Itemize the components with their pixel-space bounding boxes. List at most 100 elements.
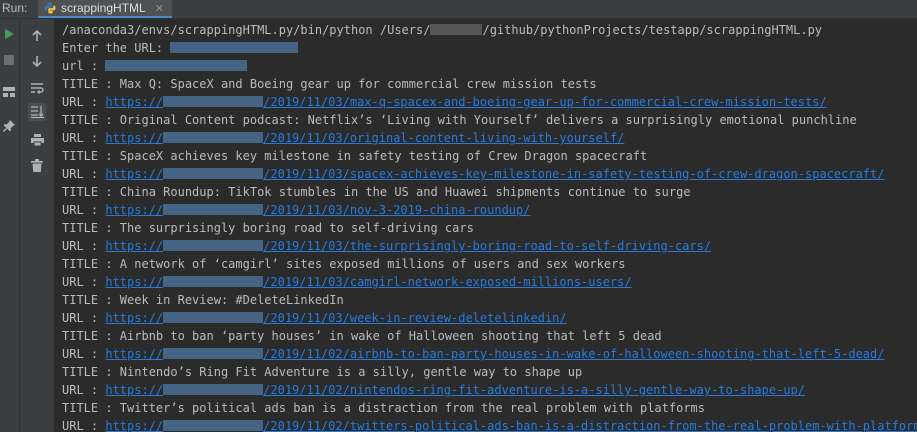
url-line: URL : https:///2019/11/02/nintendos-ring… bbox=[62, 381, 805, 399]
url-line: URL : https:///2019/11/02/airbnb-to-ban-… bbox=[62, 345, 884, 363]
redacted-domain bbox=[163, 420, 264, 431]
run-tool-window-header: Run: scrappingHTML ✕ bbox=[0, 0, 917, 19]
title-label: TITLE : bbox=[62, 401, 120, 415]
url-line: URL : https:///2019/11/03/camgirl-networ… bbox=[62, 273, 632, 291]
article-link[interactable]: https:///2019/11/03/camgirl-network-expo… bbox=[105, 275, 631, 289]
article-title: China Roundup: TikTok stumbles in the US… bbox=[119, 185, 691, 199]
title-line: TITLE : Max Q: SpaceX and Boeing gear up… bbox=[62, 75, 597, 93]
article-link[interactable]: https:///2019/11/03/the-surprisingly-bor… bbox=[105, 239, 711, 253]
article-path: /2019/11/03/week-in-review-deletelinkedi… bbox=[263, 311, 567, 325]
title-label: TITLE : bbox=[62, 329, 120, 343]
title-line: TITLE : A network of ‘camgirl’ sites exp… bbox=[62, 255, 626, 273]
article-link[interactable]: https:///2019/11/03/original-content-liv… bbox=[105, 131, 624, 145]
article-link[interactable]: https:///2019/11/02/nintendos-ring-fit-a… bbox=[105, 383, 805, 397]
redacted-domain bbox=[163, 96, 264, 107]
article-title: SpaceX achieves key milestone in safety … bbox=[119, 149, 648, 163]
title-line: TITLE : SpaceX achieves key milestone in… bbox=[62, 147, 647, 165]
title-label: TITLE : bbox=[62, 185, 120, 199]
redacted-domain bbox=[163, 132, 264, 143]
url-label: URL : bbox=[62, 239, 106, 253]
close-icon[interactable]: ✕ bbox=[155, 2, 164, 15]
redacted-domain bbox=[163, 348, 264, 359]
article-path: /2019/11/03/the-surprisingly-boring-road… bbox=[263, 239, 712, 253]
tab-scrappinghtml[interactable]: scrappingHTML ✕ bbox=[38, 0, 172, 18]
scroll-up-icon[interactable] bbox=[28, 27, 46, 45]
scroll-down-icon[interactable] bbox=[28, 52, 46, 70]
article-path: /2019/11/02/airbnb-to-ban-party-houses-i… bbox=[263, 347, 885, 361]
url-label: URL : bbox=[62, 167, 106, 181]
url-label: URL : bbox=[62, 419, 106, 432]
redacted-url-value bbox=[105, 60, 248, 71]
article-title: Max Q: SpaceX and Boeing gear up for com… bbox=[119, 77, 597, 91]
console-output[interactable]: /anaconda3/envs/scrappingHTML.py/bin/pyt… bbox=[55, 19, 917, 432]
article-link[interactable]: https:///2019/11/03/max-q-spacex-and-boe… bbox=[105, 95, 826, 109]
article-title: Airbnb to ban ‘party houses’ in wake of … bbox=[119, 329, 662, 343]
title-line: TITLE : Original Content podcast: Netfli… bbox=[62, 111, 857, 129]
title-label: TITLE : bbox=[62, 365, 120, 379]
print-icon[interactable] bbox=[28, 131, 46, 149]
title-label: TITLE : bbox=[62, 221, 120, 235]
url-label: URL : bbox=[62, 131, 106, 145]
scroll-to-end-icon[interactable] bbox=[28, 103, 46, 121]
url-label: URL : bbox=[62, 203, 106, 217]
article-path: /2019/11/03/original-content-living-with… bbox=[263, 131, 625, 145]
title-line: TITLE : Week in Review: #DeleteLinkedIn bbox=[62, 291, 344, 309]
run-icon[interactable] bbox=[0, 25, 18, 43]
run-toolbar-primary bbox=[0, 19, 20, 432]
url-label: URL : bbox=[62, 383, 106, 397]
title-label: TITLE : bbox=[62, 113, 120, 127]
title-label: TITLE : bbox=[62, 257, 120, 271]
article-title: A network of ‘camgirl’ sites exposed mil… bbox=[119, 257, 626, 271]
url-label: URL : bbox=[62, 95, 106, 109]
redacted-domain bbox=[163, 240, 264, 251]
url-line: URL : https:///2019/11/03/week-in-review… bbox=[62, 309, 567, 327]
redacted-domain bbox=[163, 312, 264, 323]
article-path: /2019/11/02/twitters-political-ads-ban-i… bbox=[263, 419, 917, 432]
redacted-username bbox=[430, 24, 483, 35]
url-line: URL : https:///2019/11/02/twitters-polit… bbox=[62, 417, 917, 432]
enter-url-prompt: Enter the URL: bbox=[62, 39, 299, 57]
soft-wrap-icon[interactable] bbox=[28, 79, 46, 97]
article-title: The surprisingly boring road to self-dri… bbox=[119, 221, 474, 235]
title-label: TITLE : bbox=[62, 293, 120, 307]
article-link[interactable]: https:///2019/11/02/twitters-political-a… bbox=[105, 419, 917, 432]
title-label: TITLE : bbox=[62, 77, 120, 91]
article-title: Week in Review: #DeleteLinkedIn bbox=[119, 293, 344, 307]
article-title: Original Content podcast: Netflix’s ‘Liv… bbox=[119, 113, 857, 127]
article-path: /2019/11/03/nov-3-2019-china-roundup/ bbox=[263, 203, 531, 217]
url-label: URL : bbox=[62, 347, 106, 361]
title-line: TITLE : Twitter’s political ads ban is a… bbox=[62, 399, 705, 417]
article-link[interactable]: https:///2019/11/03/spacex-achieves-key-… bbox=[105, 167, 884, 181]
article-path: /2019/11/03/spacex-achieves-key-mileston… bbox=[263, 167, 885, 181]
redacted-domain bbox=[163, 276, 264, 287]
title-line: TITLE : The surprisingly boring road to … bbox=[62, 219, 474, 237]
tab-label: scrappingHTML bbox=[61, 1, 146, 15]
redacted-domain bbox=[163, 384, 264, 395]
url-line: URL : https:///2019/11/03/spacex-achieve… bbox=[62, 165, 884, 183]
title-line: TITLE : China Roundup: TikTok stumbles i… bbox=[62, 183, 691, 201]
article-link[interactable]: https:///2019/11/03/nov-3-2019-china-rou… bbox=[105, 203, 530, 217]
article-title: Nintendo’s Ring Fit Adventure is a silly… bbox=[119, 365, 583, 379]
url-line: URL : https:///2019/11/03/original-conte… bbox=[62, 129, 624, 147]
article-path: /2019/11/03/max-q-spacex-and-boeing-gear… bbox=[263, 95, 827, 109]
pin-icon[interactable] bbox=[0, 117, 18, 135]
command-line: /anaconda3/envs/scrappingHTML.py/bin/pyt… bbox=[62, 23, 823, 37]
title-line: TITLE : Airbnb to ban ‘party houses’ in … bbox=[62, 327, 662, 345]
layout-icon[interactable] bbox=[0, 83, 18, 101]
url-line: URL : https:///2019/11/03/nov-3-2019-chi… bbox=[62, 201, 530, 219]
python-icon bbox=[44, 2, 56, 14]
redacted-domain bbox=[163, 204, 264, 215]
article-title: Twitter’s political ads ban is a distrac… bbox=[119, 401, 705, 415]
url-line: URL : https:///2019/11/03/max-q-spacex-a… bbox=[62, 93, 827, 111]
url-label: URL : bbox=[62, 311, 106, 325]
title-label: TITLE : bbox=[62, 149, 120, 163]
trash-icon[interactable] bbox=[28, 156, 46, 174]
run-toolbar-secondary bbox=[20, 19, 55, 432]
url-line: URL : https:///2019/11/03/the-surprising… bbox=[62, 237, 711, 255]
article-path: /2019/11/03/camgirl-network-exposed-mill… bbox=[263, 275, 632, 289]
article-link[interactable]: https:///2019/11/03/week-in-review-delet… bbox=[105, 311, 566, 325]
article-path: /2019/11/02/nintendos-ring-fit-adventure… bbox=[263, 383, 806, 397]
article-link[interactable]: https:///2019/11/02/airbnb-to-ban-party-… bbox=[105, 347, 884, 361]
redacted-input-url bbox=[170, 42, 299, 53]
stop-icon[interactable] bbox=[0, 51, 18, 69]
